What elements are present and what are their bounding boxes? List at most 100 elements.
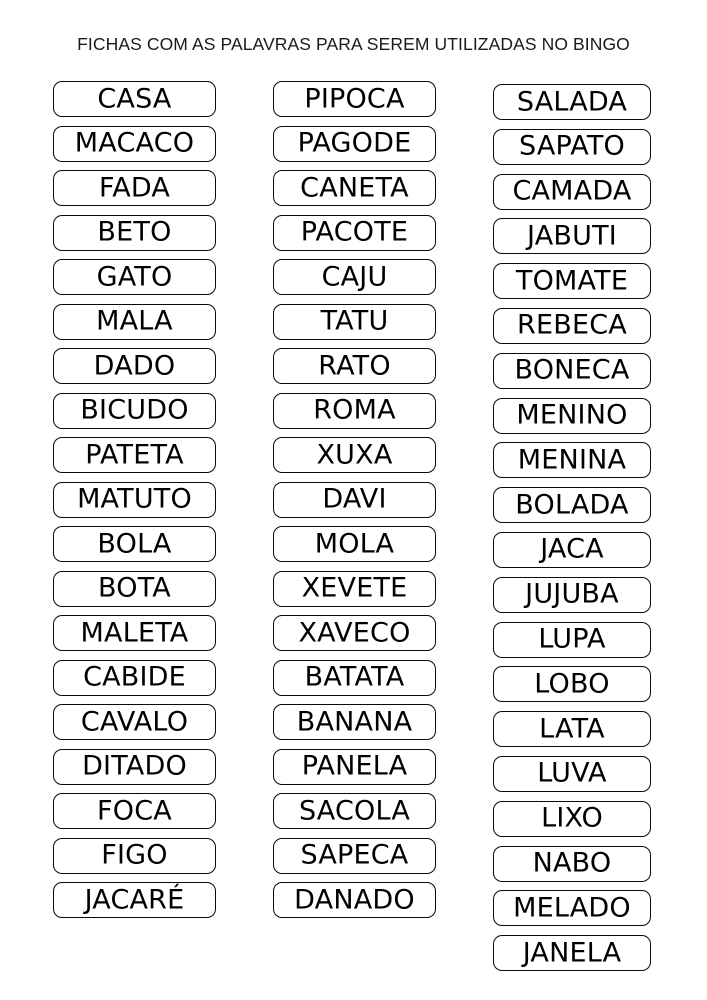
word-chip[interactable]: RATO [273, 348, 436, 384]
word-chip[interactable]: CAJU [273, 259, 436, 295]
word-chip-label: SAPECA [300, 839, 409, 871]
word-chip-label: TOMATE [515, 265, 629, 297]
word-chip-label: BOLA [97, 528, 172, 559]
word-chip[interactable]: DAVI [273, 481, 436, 518]
word-chip[interactable]: LUPA [493, 621, 651, 658]
word-chip[interactable]: BOLADA [493, 487, 651, 524]
word-chip-label: SALADA [516, 86, 628, 117]
word-chip-label: RATO [318, 350, 391, 381]
word-chip[interactable]: JACA [493, 531, 651, 568]
word-chip[interactable]: FADA [53, 170, 216, 206]
word-chip-label: MENINA [517, 444, 627, 476]
word-chip[interactable]: BONECA [493, 352, 651, 389]
word-chip[interactable]: MATUTO [53, 481, 216, 518]
word-chip-columns: CASA MACACO FADA BETO GATO MALA DADO BICUDO PATE… [0, 0, 707, 1000]
word-chip[interactable]: PAGODE [273, 125, 436, 162]
word-chip-label: MELADO [513, 892, 631, 924]
word-chip-label: DADO [93, 350, 176, 381]
word-chip[interactable]: GATO [53, 259, 216, 295]
word-chip[interactable]: LOBO [493, 666, 651, 703]
word-chip[interactable]: TATU [273, 303, 436, 340]
word-chip-label: LATA [539, 713, 605, 745]
word-chip-label: BETO [97, 216, 172, 248]
word-chip-label: MALA [96, 305, 173, 337]
word-chip[interactable]: LIXO [493, 800, 651, 837]
word-chip[interactable]: MALETA [53, 615, 216, 651]
word-chip-label: BOLADA [515, 489, 629, 521]
word-chip[interactable]: BOLA [53, 526, 216, 562]
word-chip-label: JUJUBA [525, 578, 619, 610]
word-chip[interactable]: SACOLA [273, 793, 436, 829]
word-chip-label: JACA [540, 533, 604, 565]
word-chip[interactable]: MACACO [53, 125, 216, 162]
word-chip[interactable]: BICUDO [53, 392, 216, 429]
word-chip-label: REBECA [517, 309, 627, 341]
word-chip-label: MOLA [314, 528, 395, 559]
word-chip[interactable]: MENINA [493, 442, 651, 479]
word-chip[interactable]: XEVETE [273, 570, 436, 607]
word-chip[interactable]: FIGO [53, 837, 216, 874]
word-chip[interactable]: SALADA [493, 84, 651, 120]
word-chip-label: SAPATO [519, 130, 625, 162]
word-column-3: SALADA SAPATO CAMADA JABUTI TOMATE REBECA BONE… [493, 84, 651, 980]
word-chip-label: PANELA [301, 750, 408, 782]
word-chip[interactable]: BATATA [273, 659, 436, 696]
word-chip-label: GATO [96, 261, 173, 292]
word-chip-label: BOTA [98, 572, 171, 604]
word-chip-label: JACARÉ [84, 884, 185, 915]
word-chip[interactable]: MENINO [493, 397, 651, 434]
word-chip[interactable]: BOTA [53, 570, 216, 607]
word-chip-label: PACOTE [300, 216, 409, 248]
word-chip-label: BATATA [304, 661, 405, 693]
word-chip[interactable]: JANELA [493, 935, 651, 972]
word-chip-label: MATUTO [77, 483, 192, 515]
word-chip[interactable]: JACARÉ [53, 882, 216, 918]
word-chip-label: CASA [97, 83, 172, 114]
word-chip[interactable]: MALA [53, 303, 216, 340]
word-chip-label: JANELA [522, 937, 622, 969]
word-chip-label: CABIDE [83, 661, 186, 693]
word-chip[interactable]: CANETA [273, 170, 436, 206]
word-chip[interactable]: LUVA [493, 755, 651, 792]
word-chip-label: FADA [98, 172, 171, 203]
word-chip[interactable]: MOLA [273, 526, 436, 562]
word-column-2: PIPOCA PAGODE CANETA PACOTE CAJU TATU RATO ROMA… [273, 81, 436, 927]
word-chip[interactable]: PACOTE [273, 214, 436, 251]
word-chip[interactable]: XAVECO [273, 615, 436, 651]
word-chip[interactable]: BANANA [273, 704, 436, 740]
word-chip[interactable]: PATETA [53, 437, 216, 473]
word-chip[interactable]: MELADO [493, 890, 651, 927]
word-chip[interactable]: DITADO [53, 748, 216, 785]
word-chip[interactable]: XUXA [273, 437, 436, 473]
word-chip[interactable]: SAPATO [493, 128, 651, 165]
word-chip[interactable]: ROMA [273, 392, 436, 429]
word-chip-label: MACACO [74, 127, 195, 159]
word-chip[interactable]: SAPECA [273, 837, 436, 874]
word-chip[interactable]: CABIDE [53, 659, 216, 696]
word-chip-label: CAJU [321, 261, 388, 292]
word-chip[interactable]: CAMADA [493, 173, 651, 210]
word-chip[interactable]: REBECA [493, 307, 651, 344]
word-chip-label: LUPA [538, 623, 606, 655]
word-chip-label: SACOLA [298, 795, 411, 826]
word-chip[interactable]: PANELA [273, 748, 436, 785]
word-chip[interactable]: DANADO [273, 882, 436, 918]
word-chip-label: BONECA [514, 354, 630, 386]
word-chip[interactable]: FOCA [53, 793, 216, 829]
word-chip-label: JABUTI [527, 220, 617, 252]
word-chip-label: BICUDO [80, 394, 189, 426]
word-chip-label: CANETA [300, 172, 409, 203]
word-chip-label: PAGODE [297, 127, 412, 159]
word-chip[interactable]: PIPOCA [273, 81, 436, 117]
word-chip[interactable]: BETO [53, 214, 216, 251]
word-chip[interactable]: CASA [53, 81, 216, 117]
word-chip[interactable]: DADO [53, 348, 216, 384]
word-chip[interactable]: JUJUBA [493, 576, 651, 613]
word-chip[interactable]: LATA [493, 711, 651, 748]
word-chip[interactable]: TOMATE [493, 263, 651, 300]
word-chip-label: XEVETE [301, 572, 408, 604]
word-chip[interactable]: CAVALO [53, 704, 216, 740]
word-chip[interactable]: NABO [493, 845, 651, 882]
word-chip[interactable]: JABUTI [493, 218, 651, 255]
word-chip-label: CAVALO [80, 706, 189, 737]
